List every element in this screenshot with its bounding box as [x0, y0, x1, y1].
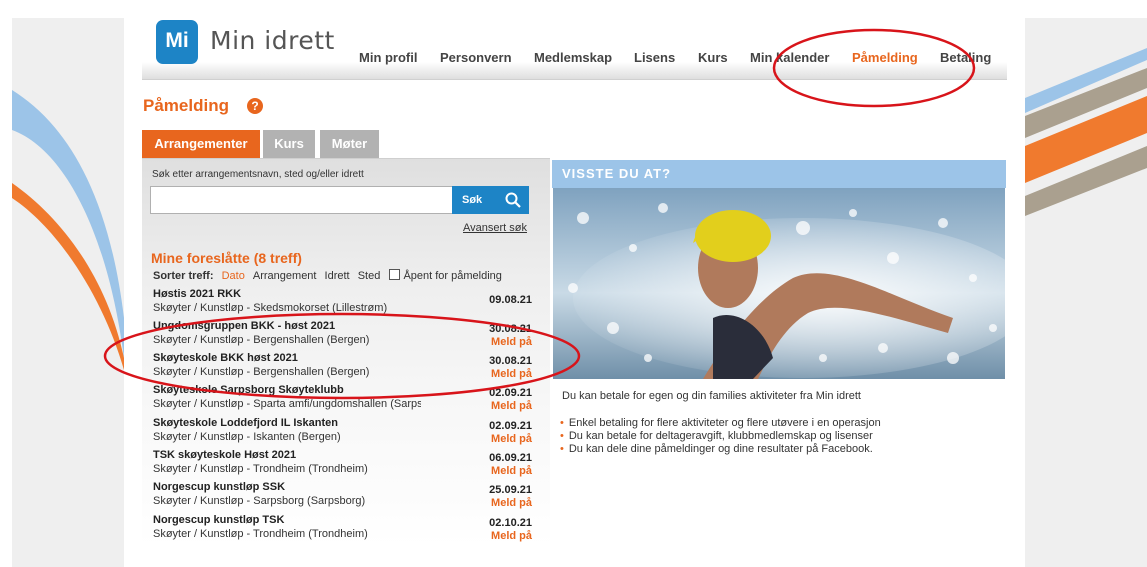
- sort-option-arrangement[interactable]: Arrangement: [253, 270, 317, 282]
- signup-link[interactable]: Meld på: [491, 336, 532, 348]
- search-input[interactable]: [150, 186, 452, 214]
- event-date: 30.08.21: [489, 323, 532, 335]
- event-row[interactable]: Norgescup kunstløp TSK Skøyter / Kunstlø…: [153, 514, 535, 546]
- event-row[interactable]: Skøyteskole Loddefjord IL Iskanten Skøyt…: [153, 417, 535, 449]
- nav-min-kalender[interactable]: Min kalender: [750, 50, 829, 65]
- sort-label: Sorter treff:: [153, 270, 214, 282]
- sort-option-idrett[interactable]: Idrett: [325, 270, 350, 282]
- event-date: 02.09.21: [489, 387, 532, 399]
- event-location: Skøyter / Kunstløp - Bergenshallen (Berg…: [153, 334, 370, 346]
- nav-betaling[interactable]: Betaling: [940, 50, 991, 65]
- info-bullet: • Enkel betaling for flere aktiviteter og…: [560, 417, 881, 429]
- event-name[interactable]: Ungdomsgruppen BKK - høst 2021: [153, 320, 335, 332]
- left-decor-panel: [12, 18, 124, 567]
- signup-link[interactable]: Meld på: [491, 530, 532, 542]
- min-idrett-logo-icon[interactable]: Mi: [156, 20, 198, 64]
- event-date: 02.09.21: [489, 420, 532, 432]
- logo-mark: Mi: [165, 29, 189, 52]
- signup-link[interactable]: Meld på: [491, 433, 532, 445]
- info-bullet-text: Du kan betale for deltageravgift, klubbm…: [568, 430, 873, 442]
- event-row[interactable]: Skøyteskole BKK høst 2021 Skøyter / Kuns…: [153, 352, 535, 384]
- info-bullet-text: Du kan dele dine påmeldinger og dine res…: [568, 443, 873, 455]
- tab-kurs[interactable]: Kurs: [263, 130, 315, 158]
- nav-kurs[interactable]: Kurs: [698, 50, 728, 65]
- tab-arrangementer[interactable]: Arrangementer: [142, 130, 260, 158]
- signup-link[interactable]: Meld på: [491, 400, 532, 412]
- event-row[interactable]: Høstis 2021 RKK Skøyter / Kunstløp - Ske…: [153, 288, 535, 320]
- nav-medlemskap[interactable]: Medlemskap: [534, 50, 612, 65]
- open-for-signup-checkbox[interactable]: [389, 269, 401, 280]
- signup-link[interactable]: Meld på: [491, 497, 532, 509]
- event-location: Skøyter / Kunstløp - Iskanten (Bergen): [153, 431, 341, 443]
- event-location: Skøyter / Kunstløp - Trondheim (Trondhei…: [153, 528, 368, 540]
- event-location: Skøyter / Kunstløp - Sarpsborg (Sarpsbor…: [153, 495, 366, 507]
- event-name[interactable]: Norgescup kunstløp TSK: [153, 514, 284, 526]
- event-name[interactable]: Skøyteskole BKK høst 2021: [153, 352, 298, 364]
- search-button[interactable]: Søk: [452, 186, 529, 214]
- tab-moter[interactable]: Møter: [320, 130, 379, 158]
- info-intro: Du kan betale for egen og din families a…: [562, 390, 861, 402]
- search-label: Søk etter arrangementsnavn, sted og/elle…: [152, 169, 364, 180]
- right-stripes-graphic: [1025, 48, 1147, 216]
- nav-personvern[interactable]: Personvern: [440, 50, 512, 65]
- info-bullet-list: • Enkel betaling for flere aktiviteter og…: [560, 417, 881, 456]
- event-location: Skøyter / Kunstløp - Bergenshallen (Berg…: [153, 366, 370, 378]
- nav-pamelding[interactable]: Påmelding: [852, 50, 918, 65]
- info-bullet-text: Enkel betaling for flere aktiviteter og …: [568, 417, 881, 429]
- event-name[interactable]: Skøyteskole Loddefjord IL Iskanten: [153, 417, 338, 429]
- open-for-signup-label: Åpent for påmelding: [403, 270, 502, 282]
- info-heading: VISSTE DU AT?: [562, 166, 672, 181]
- event-date: 30.08.21: [489, 355, 532, 367]
- event-name[interactable]: Norgescup kunstløp SSK: [153, 481, 285, 493]
- event-date: 09.08.21: [489, 294, 532, 306]
- swimmer-photo: [553, 188, 1005, 379]
- search-icon: [505, 192, 521, 208]
- info-heading-bar: VISSTE DU AT?: [552, 160, 1006, 188]
- signup-link[interactable]: Meld på: [491, 368, 532, 380]
- advanced-search-link[interactable]: Avansert søk: [463, 222, 527, 234]
- event-location: Skøyter / Kunstløp - Skedsmokorset (Lill…: [153, 302, 388, 314]
- event-row[interactable]: Skøyteskole Sarpsborg Skøyteklubb Skøyte…: [153, 384, 535, 416]
- sort-row: Sorter treff: Dato Arrangement Idrett St…: [153, 269, 502, 282]
- sort-option-sted[interactable]: Sted: [358, 270, 381, 282]
- nav-lisens[interactable]: Lisens: [634, 50, 675, 65]
- event-location: Skøyter / Kunstløp - Sparta amfi/ungdoms…: [153, 398, 421, 410]
- event-date: 25.09.21: [489, 484, 532, 496]
- event-name[interactable]: TSK skøyteskole Høst 2021: [153, 449, 296, 461]
- right-decor-panel: [1025, 18, 1147, 567]
- event-row[interactable]: TSK skøyteskole Høst 2021 Skøyter / Kuns…: [153, 449, 535, 481]
- help-icon[interactable]: ?: [247, 98, 263, 114]
- suggestions-title: Mine foreslåtte (8 treff): [151, 250, 302, 266]
- left-swoosh-graphic: [12, 90, 124, 370]
- app-title[interactable]: Min idrett: [210, 26, 335, 55]
- info-bullet: • Du kan dele dine påmeldinger og dine re…: [560, 443, 873, 455]
- info-bullet: • Du kan betale for deltageravgift, klubb…: [560, 430, 873, 442]
- sort-option-dato[interactable]: Dato: [222, 270, 245, 282]
- event-name[interactable]: Høstis 2021 RKK: [153, 288, 241, 300]
- search-button-label: Søk: [462, 194, 483, 206]
- event-date: 02.10.21: [489, 517, 532, 529]
- nav-min-profil[interactable]: Min profil: [359, 50, 418, 65]
- page-title: Påmelding: [143, 96, 229, 115]
- event-row[interactable]: Norgescup kunstløp SSK Skøyter / Kunstlø…: [153, 481, 535, 513]
- event-location: Skøyter / Kunstløp - Trondheim (Trondhei…: [153, 463, 368, 475]
- signup-link[interactable]: Meld på: [491, 465, 532, 477]
- event-date: 06.09.21: [489, 452, 532, 464]
- event-name[interactable]: Skøyteskole Sarpsborg Skøyteklubb: [153, 384, 344, 396]
- event-row[interactable]: Ungdomsgruppen BKK - høst 2021 Skøyter /…: [153, 320, 535, 352]
